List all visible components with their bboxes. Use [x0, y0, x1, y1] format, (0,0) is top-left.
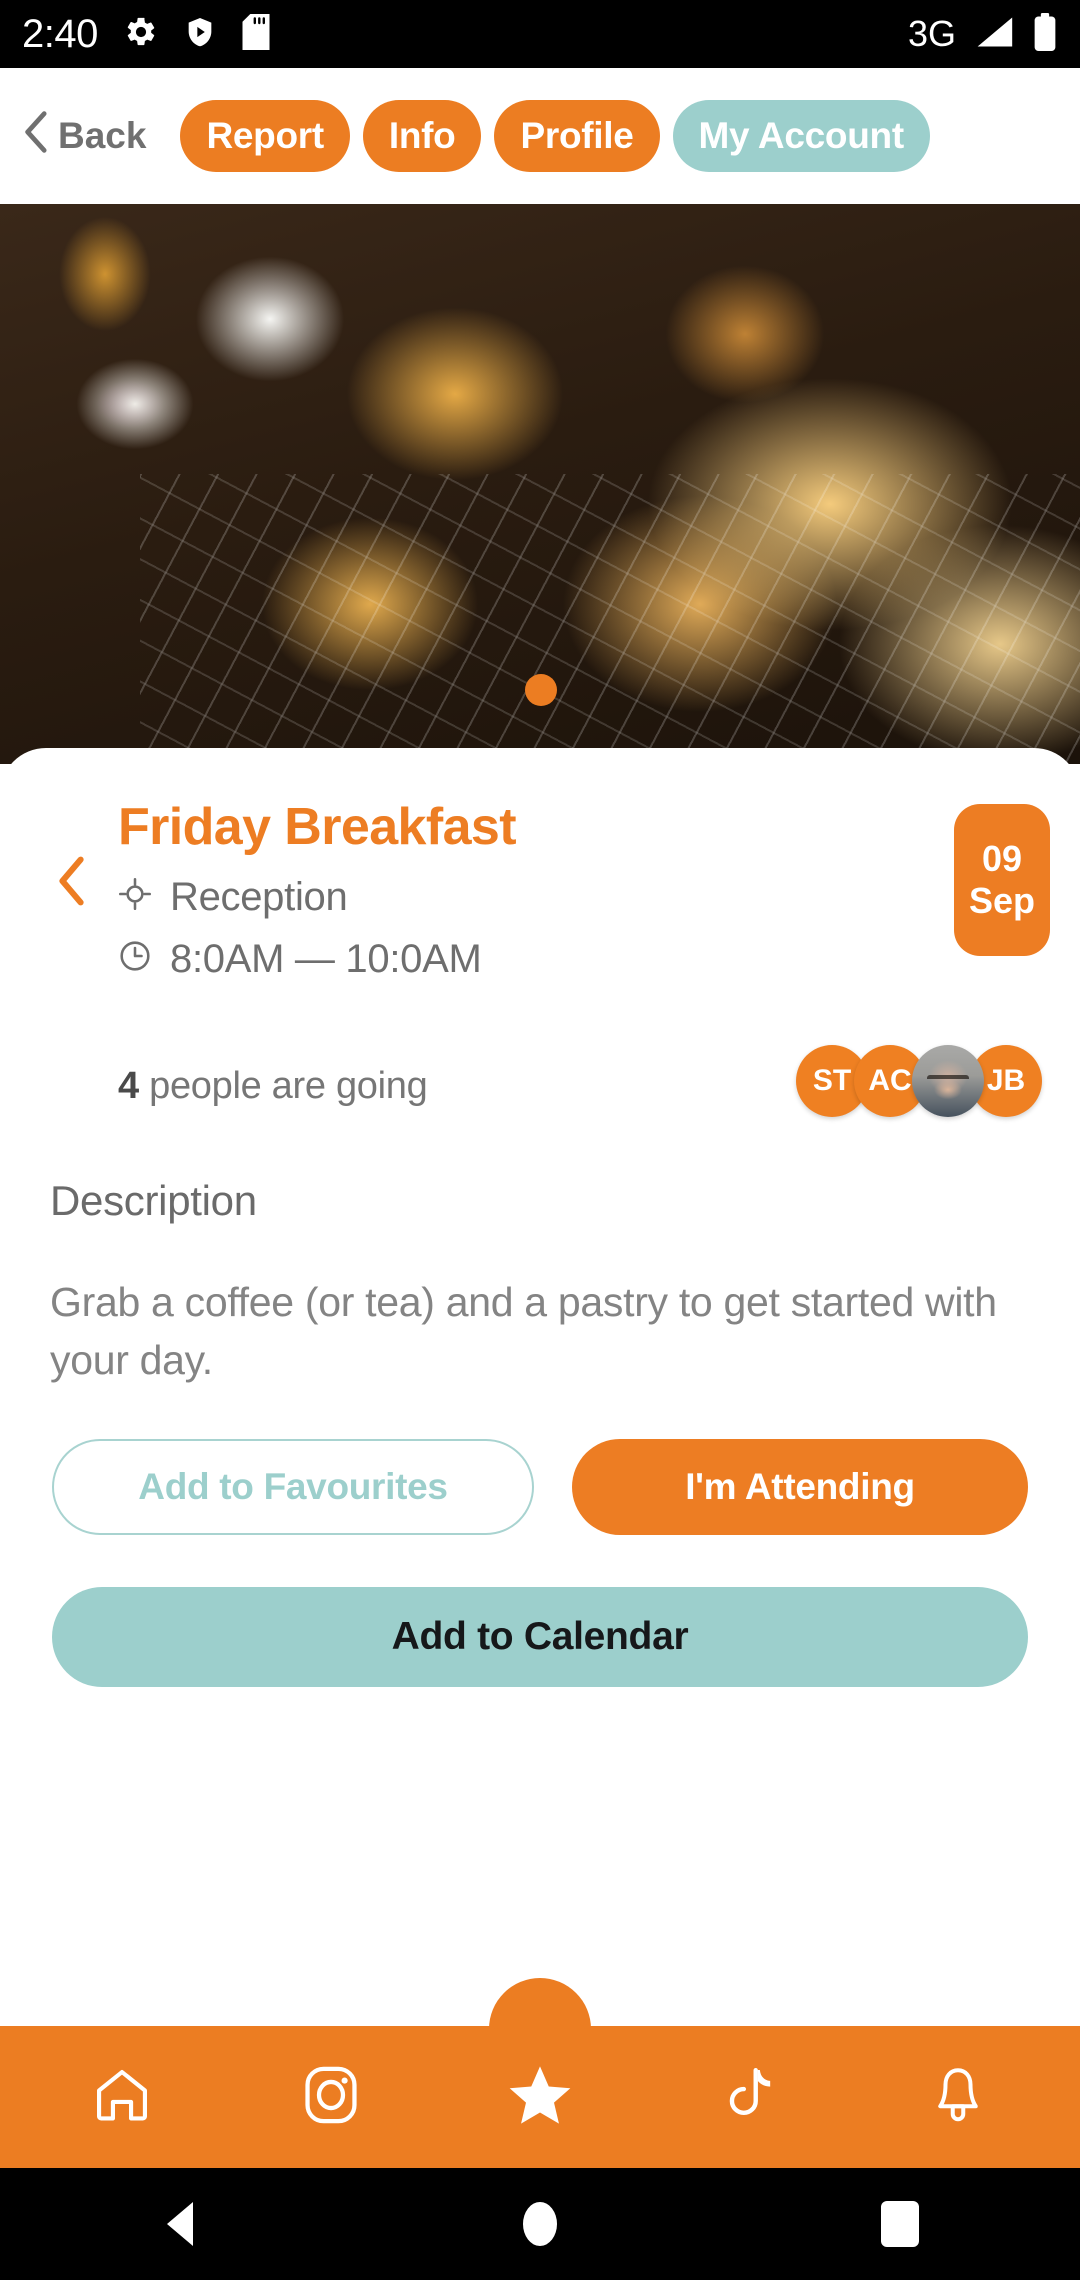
status-bar-right: 3G — [907, 12, 1058, 56]
nav-chip-report[interactable]: Report — [180, 100, 350, 172]
event-header: Friday Breakfast Reception 8:0AM — 10:0A… — [30, 748, 1050, 979]
system-back-icon — [167, 2202, 193, 2246]
event-location-label: Reception — [170, 874, 348, 919]
signal-icon — [974, 15, 1014, 54]
system-recents-button[interactable] — [800, 2168, 1000, 2280]
chevron-left-icon — [22, 110, 48, 163]
location-pin-icon — [118, 877, 152, 916]
event-detail-card: Friday Breakfast Reception 8:0AM — 10:0A… — [0, 748, 1080, 1948]
attendee-avatar-stack[interactable]: ST AC JB — [796, 1044, 1042, 1117]
carousel-indicator-dot[interactable] — [525, 674, 557, 706]
bottom-nav-item-home[interactable] — [47, 2026, 197, 2168]
battery-icon — [1032, 12, 1058, 56]
im-attending-button[interactable]: I'm Attending — [572, 1439, 1028, 1536]
bottom-nav-item-instagram[interactable] — [256, 2026, 406, 2168]
attendees-row: 4 people are going ST AC JB — [30, 1044, 1050, 1129]
sd-card-icon — [242, 13, 270, 55]
description-section: Description Grab a coffee (or tea) and a… — [30, 1177, 1050, 1389]
event-time-row: 8:0AM — 10:0AM — [118, 939, 1050, 979]
attendees-count-number: 4 — [118, 1065, 139, 1108]
nav-chip-my-account[interactable]: My Account — [672, 100, 930, 172]
description-body: Grab a coffee (or tea) and a pastry to g… — [50, 1278, 997, 1383]
event-location-row: Reception — [118, 877, 1050, 917]
app-screen: 2:40 3G Back Report Info Profile My Acco… — [0, 0, 1080, 2280]
bell-icon — [928, 2062, 988, 2133]
event-title: Friday Breakfast — [118, 798, 517, 856]
date-badge-day: 09 — [981, 838, 1023, 879]
nav-chip-profile[interactable]: Profile — [494, 100, 660, 172]
attendees-count-label: 4 people are going — [118, 1065, 428, 1108]
instagram-icon — [299, 2063, 363, 2132]
back-button-label: Back — [58, 115, 147, 156]
home-icon — [90, 2063, 154, 2132]
system-back-button[interactable] — [80, 2168, 280, 2280]
status-bar-left: 2:40 — [22, 12, 270, 56]
bottom-nav-bar — [0, 2026, 1080, 2168]
description-heading: Description — [50, 1176, 257, 1224]
status-clock: 2:40 — [22, 12, 98, 56]
star-icon — [505, 2060, 575, 2135]
action-button-row: Add to Favourites I'm Attending — [30, 1439, 1050, 1536]
cooling-rack-overlay — [140, 474, 1080, 764]
tiktok-icon — [718, 2063, 780, 2132]
top-nav-bar: Back Report Info Profile My Account — [0, 68, 1080, 204]
bottom-nav-item-tiktok[interactable] — [674, 2026, 824, 2168]
network-type-label: 3G — [907, 13, 956, 54]
add-to-favourites-button[interactable]: Add to Favourites — [52, 1439, 534, 1536]
back-button[interactable]: Back — [22, 110, 146, 163]
add-to-calendar-button[interactable]: Add to Calendar — [52, 1587, 1028, 1688]
nav-chip-info[interactable]: Info — [362, 100, 482, 172]
android-system-nav-bar — [0, 2168, 1080, 2280]
gear-icon — [124, 15, 158, 54]
bottom-nav-item-favourites[interactable] — [465, 2026, 615, 2168]
event-time-label: 8:0AM — 10:0AM — [170, 936, 482, 981]
system-home-button[interactable] — [440, 2168, 640, 2280]
play-protect-shield-icon — [184, 15, 216, 54]
clock-icon — [118, 939, 152, 978]
avatar-photo[interactable] — [912, 1044, 984, 1117]
system-recents-icon — [881, 2201, 919, 2247]
status-bar: 2:40 3G — [0, 0, 1080, 68]
event-date-badge: 09 Sep — [954, 804, 1050, 956]
system-home-icon — [523, 2202, 557, 2246]
attendees-count-suffix: people are going — [149, 1065, 428, 1108]
date-badge-month: Sep — [968, 880, 1036, 921]
bottom-nav-item-notifications[interactable] — [883, 2026, 1033, 2168]
card-back-chevron-icon[interactable] — [56, 854, 86, 913]
